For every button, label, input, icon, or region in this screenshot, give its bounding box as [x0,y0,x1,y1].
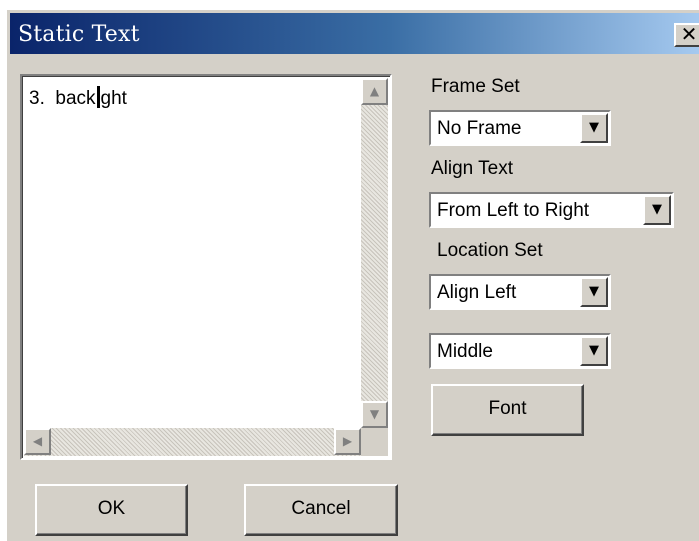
frame-set-value: No Frame [437,118,522,139]
location-horizontal-dropdown[interactable]: Align Left ▼ [429,274,611,310]
text-caret [96,86,100,108]
scrollbar-corner [361,428,388,456]
align-text-dropdown[interactable]: From Left to Right ▼ [429,192,674,228]
editor-text: 3. back ght [29,86,127,110]
location-horizontal-value: Align Left [437,282,517,303]
scroll-up-button[interactable]: ▲ [361,78,388,105]
scroll-up-icon: ▲ [369,84,380,98]
close-icon: ✕ [680,22,698,46]
title-bar[interactable]: Static Text ✕ [10,13,699,54]
chevron-down-icon: ▼ [589,284,599,299]
vertical-scrollbar[interactable]: ▲ ▼ [361,78,388,428]
align-text-label: Align Text [431,158,514,179]
static-text-dialog: Static Text ✕ 3. back ght ▲ ▼ ◀ ▶ Frame S… [5,8,699,541]
frame-set-label: Frame Set [431,76,520,97]
scroll-left-icon: ◀ [32,434,43,448]
editor-text-before-caret: 3. back [29,88,96,109]
location-vertical-dropdown-arrow[interactable]: ▼ [580,336,608,366]
location-vertical-dropdown[interactable]: Middle ▼ [429,333,611,369]
location-vertical-value: Middle [437,341,493,362]
cancel-button[interactable]: Cancel [244,484,398,536]
static-text-editor[interactable]: 3. back ght ▲ ▼ ◀ ▶ [20,74,392,460]
scroll-down-button[interactable]: ▼ [361,401,388,428]
align-text-dropdown-arrow[interactable]: ▼ [643,195,671,225]
horizontal-scrollbar[interactable]: ◀ ▶ [24,428,361,456]
scroll-down-icon: ▼ [369,407,380,421]
cancel-button-label: Cancel [291,498,351,519]
chevron-down-icon: ▼ [589,120,599,135]
chevron-down-icon: ▼ [652,202,662,217]
frame-set-dropdown-arrow[interactable]: ▼ [580,113,608,143]
align-text-value: From Left to Right [437,200,590,221]
font-button[interactable]: Font [431,384,584,436]
font-button-label: Font [488,398,527,419]
editor-text-after-caret: ght [100,88,127,109]
location-set-label: Location Set [437,240,543,261]
scroll-right-button[interactable]: ▶ [334,428,361,455]
scroll-left-button[interactable]: ◀ [24,428,51,455]
chevron-down-icon: ▼ [589,343,599,358]
ok-button[interactable]: OK [35,484,188,536]
scroll-right-icon: ▶ [342,434,353,448]
location-horizontal-dropdown-arrow[interactable]: ▼ [580,277,608,307]
close-button[interactable]: ✕ [674,23,699,47]
frame-set-dropdown[interactable]: No Frame ▼ [429,110,611,146]
ok-button-label: OK [97,498,126,519]
window-title: Static Text [18,22,140,47]
